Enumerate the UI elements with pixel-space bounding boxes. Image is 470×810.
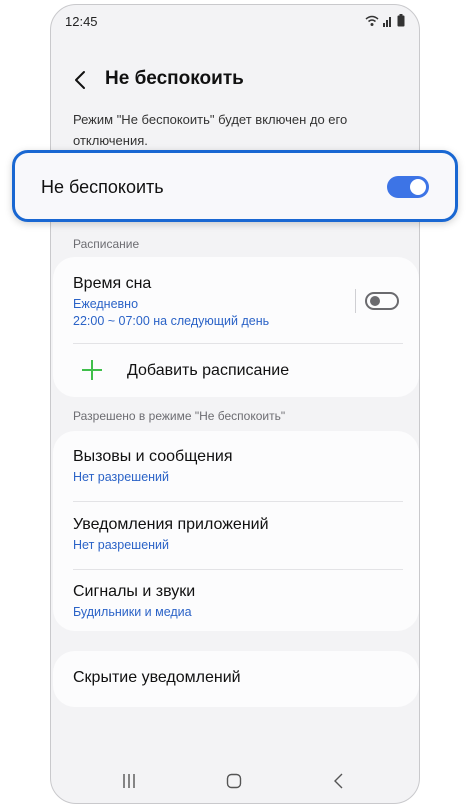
sleep-schedule-time: 22:00 ~ 07:00 на следующий день — [73, 314, 270, 328]
do-not-disturb-toggle-row[interactable]: Не беспокоить — [12, 150, 458, 222]
back-nav-icon[interactable] — [331, 773, 347, 789]
signal-icon — [383, 16, 391, 27]
divider — [73, 569, 403, 570]
toggle-knob — [370, 296, 380, 306]
do-not-disturb-label: Не беспокоить — [41, 177, 164, 197]
sleep-schedule-toggle[interactable] — [365, 292, 399, 310]
status-time: 12:45 — [65, 14, 98, 29]
do-not-disturb-toggle[interactable] — [387, 176, 429, 198]
status-bar: 12:45 — [51, 5, 419, 37]
calls-messages-row[interactable]: Вызовы и сообщения Нет разрешений — [73, 448, 403, 484]
schedule-section-label: Расписание — [73, 237, 140, 251]
hide-notifications-row[interactable]: Скрытие уведомлений — [73, 669, 403, 687]
status-icons — [365, 14, 405, 27]
add-schedule-label: Добавить расписание — [127, 362, 290, 379]
toggle-knob — [410, 179, 426, 195]
alarms-sounds-row[interactable]: Сигналы и звуки Будильники и медиа — [73, 583, 403, 619]
divider — [73, 343, 403, 344]
divider — [73, 501, 403, 502]
app-notifications-row[interactable]: Уведомления приложений Нет разрешений — [73, 516, 403, 552]
battery-icon — [397, 14, 405, 27]
hide-notifications-card[interactable]: Скрытие уведомлений — [53, 651, 419, 707]
calls-messages-subtitle: Нет разрешений — [73, 470, 170, 484]
alarms-sounds-title: Сигналы и звуки — [73, 583, 196, 600]
mode-description: Режим "Не беспокоить" будет включен до е… — [73, 112, 348, 148]
schedule-card: Время сна Ежедневно 22:00 ~ 07:00 на сле… — [53, 257, 419, 397]
page-title: Не беспокоить — [105, 68, 244, 89]
phone-frame: 12:45 Не беспокоить Режим "Не беспокоить… — [50, 4, 420, 804]
home-icon[interactable] — [226, 773, 242, 789]
recent-apps-icon[interactable] — [121, 773, 137, 789]
app-notifications-subtitle: Нет разрешений — [73, 538, 170, 552]
sleep-schedule-title: Время сна — [73, 275, 152, 292]
hide-notifications-title: Скрытие уведомлений — [73, 669, 241, 686]
plus-icon — [82, 360, 102, 380]
wifi-icon — [365, 15, 379, 26]
calls-messages-title: Вызовы и сообщения — [73, 448, 233, 465]
header: Не беспокоить — [51, 60, 419, 100]
navigation-bar — [51, 753, 419, 803]
add-schedule-row[interactable]: Добавить расписание — [73, 357, 403, 387]
app-notifications-title: Уведомления приложений — [73, 516, 269, 533]
alarms-sounds-subtitle: Будильники и медиа — [73, 605, 192, 619]
allowed-section-label: Разрешено в режиме "Не беспокоить" — [73, 409, 286, 423]
toggle-separator — [355, 289, 356, 313]
back-arrow-icon[interactable] — [69, 66, 93, 94]
sleep-schedule-row[interactable]: Время сна Ежедневно 22:00 ~ 07:00 на сле… — [73, 275, 403, 328]
sleep-schedule-frequency: Ежедневно — [73, 297, 139, 311]
allowed-card: Вызовы и сообщения Нет разрешений Уведом… — [53, 431, 419, 631]
